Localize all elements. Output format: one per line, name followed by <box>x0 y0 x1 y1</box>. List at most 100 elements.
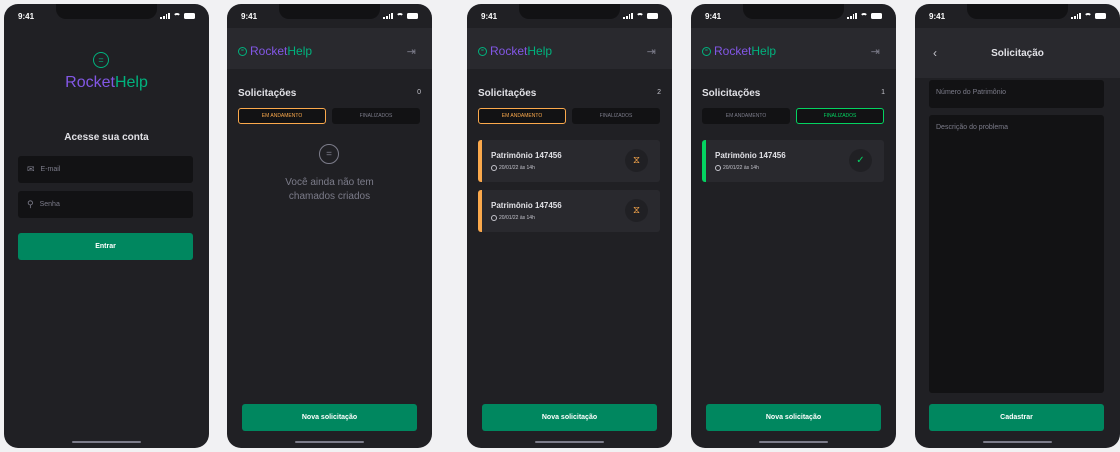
requests-title: Solicitações <box>478 88 537 99</box>
request-date: 20/01/22 às 14h <box>715 165 759 171</box>
logout-icon[interactable]: ⇥ <box>647 45 656 58</box>
request-title: Patrimônio 147456 <box>491 201 562 210</box>
hourglass-icon: ⧖ <box>625 199 648 222</box>
form-title: Solicitação <box>991 48 1044 59</box>
requests-open-screen: = RocketHelp ⇥ 9:41 Solicitações 2 EM AN… <box>467 4 672 448</box>
home-indicator <box>295 441 364 443</box>
app-header: = RocketHelp ⇥ <box>691 28 896 69</box>
requests-count: 2 <box>657 89 661 96</box>
login-screen: 9:41 = RocketHelp Acesse sua conta ✉ E-m… <box>4 4 209 448</box>
app-header: = RocketHelp ⇥ <box>467 28 672 69</box>
patrimony-number-input[interactable]: Número do Patrimônio <box>929 80 1104 108</box>
status-icons <box>623 13 658 19</box>
signal-icon <box>383 13 393 19</box>
signal-icon <box>623 13 633 19</box>
wifi-icon <box>1084 13 1092 19</box>
home-indicator <box>759 441 828 443</box>
request-title: Patrimônio 147456 <box>491 151 562 160</box>
requests-closed-screen: = RocketHelp ⇥ 9:41 Solicitações 1 EM AN… <box>691 4 896 448</box>
hourglass-icon: ⧖ <box>625 149 648 172</box>
request-card[interactable]: Patrimônio 147456 20/01/22 às 14h ⧖ <box>478 190 660 232</box>
battery-icon <box>407 13 418 19</box>
chat-bubble-icon: = <box>238 46 247 56</box>
clock-icon <box>491 215 497 221</box>
app-logo: RocketHelp <box>65 74 148 91</box>
status-icons <box>383 13 418 19</box>
empty-state-text: Você ainda não tem chamados criados <box>285 177 374 202</box>
home-indicator <box>72 441 141 443</box>
new-request-button[interactable]: Nova solicitação <box>242 404 417 431</box>
tab-finished[interactable]: FINALIZADOS <box>572 108 660 124</box>
tab-finished[interactable]: FINALIZADOS <box>796 108 884 124</box>
battery-icon <box>647 13 658 19</box>
status-time: 9:41 <box>18 12 35 21</box>
request-title: Patrimônio 147456 <box>715 151 786 160</box>
status-bar-indicator <box>702 140 706 182</box>
status-time: 9:41 <box>481 12 498 21</box>
tab-in-progress[interactable]: EM ANDAMENTO <box>478 108 566 124</box>
requests-count: 0 <box>417 89 421 96</box>
clock-icon <box>491 165 497 171</box>
login-title: Acesse sua conta <box>64 132 149 143</box>
email-placeholder: E-mail <box>40 166 61 173</box>
status-bar-indicator <box>478 140 482 182</box>
status-bar: 9:41 <box>691 4 896 28</box>
home-indicator <box>983 441 1052 443</box>
status-icons <box>1071 13 1106 19</box>
password-input[interactable]: ⚲ Senha <box>18 191 193 218</box>
signal-icon <box>160 13 170 19</box>
tab-in-progress[interactable]: EM ANDAMENTO <box>702 108 790 124</box>
battery-icon <box>184 13 195 19</box>
signal-icon <box>1071 13 1081 19</box>
password-placeholder: Senha <box>39 201 60 208</box>
requests-title: Solicitações <box>702 88 761 99</box>
request-date: 20/01/22 às 14h <box>491 215 535 221</box>
chat-bubble-logo-icon: = <box>93 52 109 68</box>
wifi-icon <box>636 13 644 19</box>
status-bar-indicator <box>478 190 482 232</box>
header-logo: = RocketHelp <box>478 44 552 58</box>
problem-description-textarea[interactable]: Descrição do problema <box>929 115 1104 393</box>
envelope-icon: ✉ <box>27 164 35 174</box>
chat-bubble-icon: = <box>702 46 711 56</box>
battery-icon <box>1095 13 1106 19</box>
request-date: 20/01/22 às 14h <box>491 165 535 171</box>
status-bar: 9:41 <box>4 4 209 28</box>
wifi-icon <box>396 13 404 19</box>
new-request-button[interactable]: Nova solicitação <box>706 404 881 431</box>
signal-icon <box>847 13 857 19</box>
header-logo: = RocketHelp <box>238 44 312 58</box>
new-request-button[interactable]: Nova solicitação <box>482 404 657 431</box>
home-indicator <box>535 441 604 443</box>
check-circle-icon: ✓ <box>849 149 872 172</box>
tab-in-progress[interactable]: EM ANDAMENTO <box>238 108 326 124</box>
status-time: 9:41 <box>705 12 722 21</box>
status-icons <box>847 13 882 19</box>
request-card[interactable]: Patrimônio 147456 20/01/22 às 14h ⧖ <box>478 140 660 182</box>
wifi-icon <box>860 13 868 19</box>
wifi-icon <box>173 13 181 19</box>
key-icon: ⚲ <box>27 199 34 209</box>
request-card[interactable]: Patrimônio 147456 20/01/22 às 14h ✓ <box>702 140 884 182</box>
email-input[interactable]: ✉ E-mail <box>18 156 193 183</box>
logout-icon[interactable]: ⇥ <box>871 45 880 58</box>
header-logo: = RocketHelp <box>702 44 776 58</box>
tab-finished[interactable]: FINALIZADOS <box>332 108 420 124</box>
status-icons <box>160 13 195 19</box>
chat-bubble-icon: = <box>478 46 487 56</box>
logout-icon[interactable]: ⇥ <box>407 45 416 58</box>
status-bar: 9:41 <box>467 4 672 28</box>
chat-bubble-empty-icon: = <box>319 144 339 164</box>
status-time: 9:41 <box>241 12 258 21</box>
status-bar: 9:41 <box>915 4 1120 28</box>
login-button[interactable]: Entrar <box>18 233 193 260</box>
clock-icon <box>715 165 721 171</box>
app-header: = RocketHelp ⇥ <box>227 28 432 69</box>
requests-empty-screen: = RocketHelp ⇥ 9:41 Solicitações 0 EM AN… <box>227 4 432 448</box>
new-request-screen: 9:41 ‹ Solicitação Número do Patrimônio … <box>915 4 1120 448</box>
status-bar: 9:41 <box>227 4 432 28</box>
requests-count: 1 <box>881 89 885 96</box>
submit-request-button[interactable]: Cadastrar <box>929 404 1104 431</box>
status-time: 9:41 <box>929 12 946 21</box>
requests-title: Solicitações <box>238 88 297 99</box>
